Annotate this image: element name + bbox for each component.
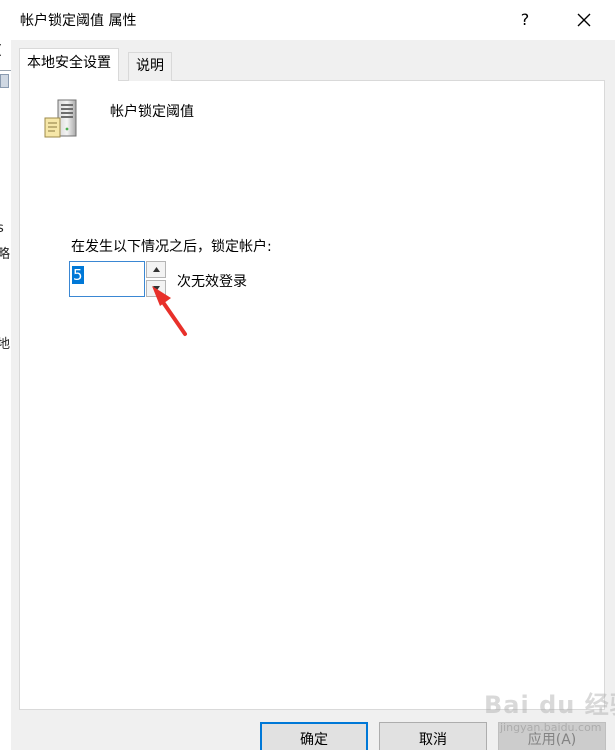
lockout-prompt-label: 在发生以下情况之后，锁定帐户: bbox=[71, 239, 272, 255]
policy-name: 帐户锁定阈值 bbox=[110, 104, 194, 120]
ok-button[interactable]: 确定 bbox=[260, 722, 368, 750]
close-icon bbox=[577, 13, 591, 27]
threshold-input[interactable] bbox=[69, 261, 145, 297]
close-button[interactable] bbox=[565, 4, 603, 36]
properties-dialog: 帐户锁定阈值 属性 ? 本地安全设置 说明 帐户锁定阈值 在发生以下情况之后，锁… bbox=[11, 0, 615, 750]
tab-panel: 帐户锁定阈值 在发生以下情况之后，锁定帐户: 5 次无效登录 bbox=[19, 80, 605, 710]
spinner-down-button[interactable] bbox=[146, 280, 166, 297]
dialog-title: 帐户锁定阈值 属性 bbox=[20, 13, 137, 29]
help-button[interactable]: ? bbox=[507, 4, 543, 36]
chevron-down-icon bbox=[152, 286, 160, 291]
apply-button[interactable]: 应用(A) bbox=[498, 722, 606, 750]
tab-explain[interactable]: 说明 bbox=[128, 52, 172, 81]
cancel-button[interactable]: 取消 bbox=[379, 722, 487, 750]
background-text-fragment: 略 bbox=[0, 243, 10, 262]
background-text-fragment: ( bbox=[0, 43, 2, 58]
title-bar[interactable]: 帐户锁定阈值 属性 ? bbox=[11, 0, 615, 40]
background-divider bbox=[0, 70, 11, 71]
screen: ( s 略 地 帐户锁定阈值 属性 ? 本地安全设置 说明 bbox=[0, 0, 615, 750]
tab-local-security-setting[interactable]: 本地安全设置 bbox=[19, 48, 119, 81]
threshold-spinner: 5 bbox=[69, 261, 169, 297]
server-policy-icon bbox=[44, 99, 77, 138]
background-text-fragment: s bbox=[0, 221, 4, 236]
invalid-logon-suffix-label: 次无效登录 bbox=[177, 274, 247, 290]
spinner-up-button[interactable] bbox=[146, 261, 166, 278]
chevron-up-icon bbox=[152, 267, 160, 272]
background-document-icon bbox=[0, 74, 9, 88]
background-text-fragment: 地 bbox=[0, 333, 10, 352]
